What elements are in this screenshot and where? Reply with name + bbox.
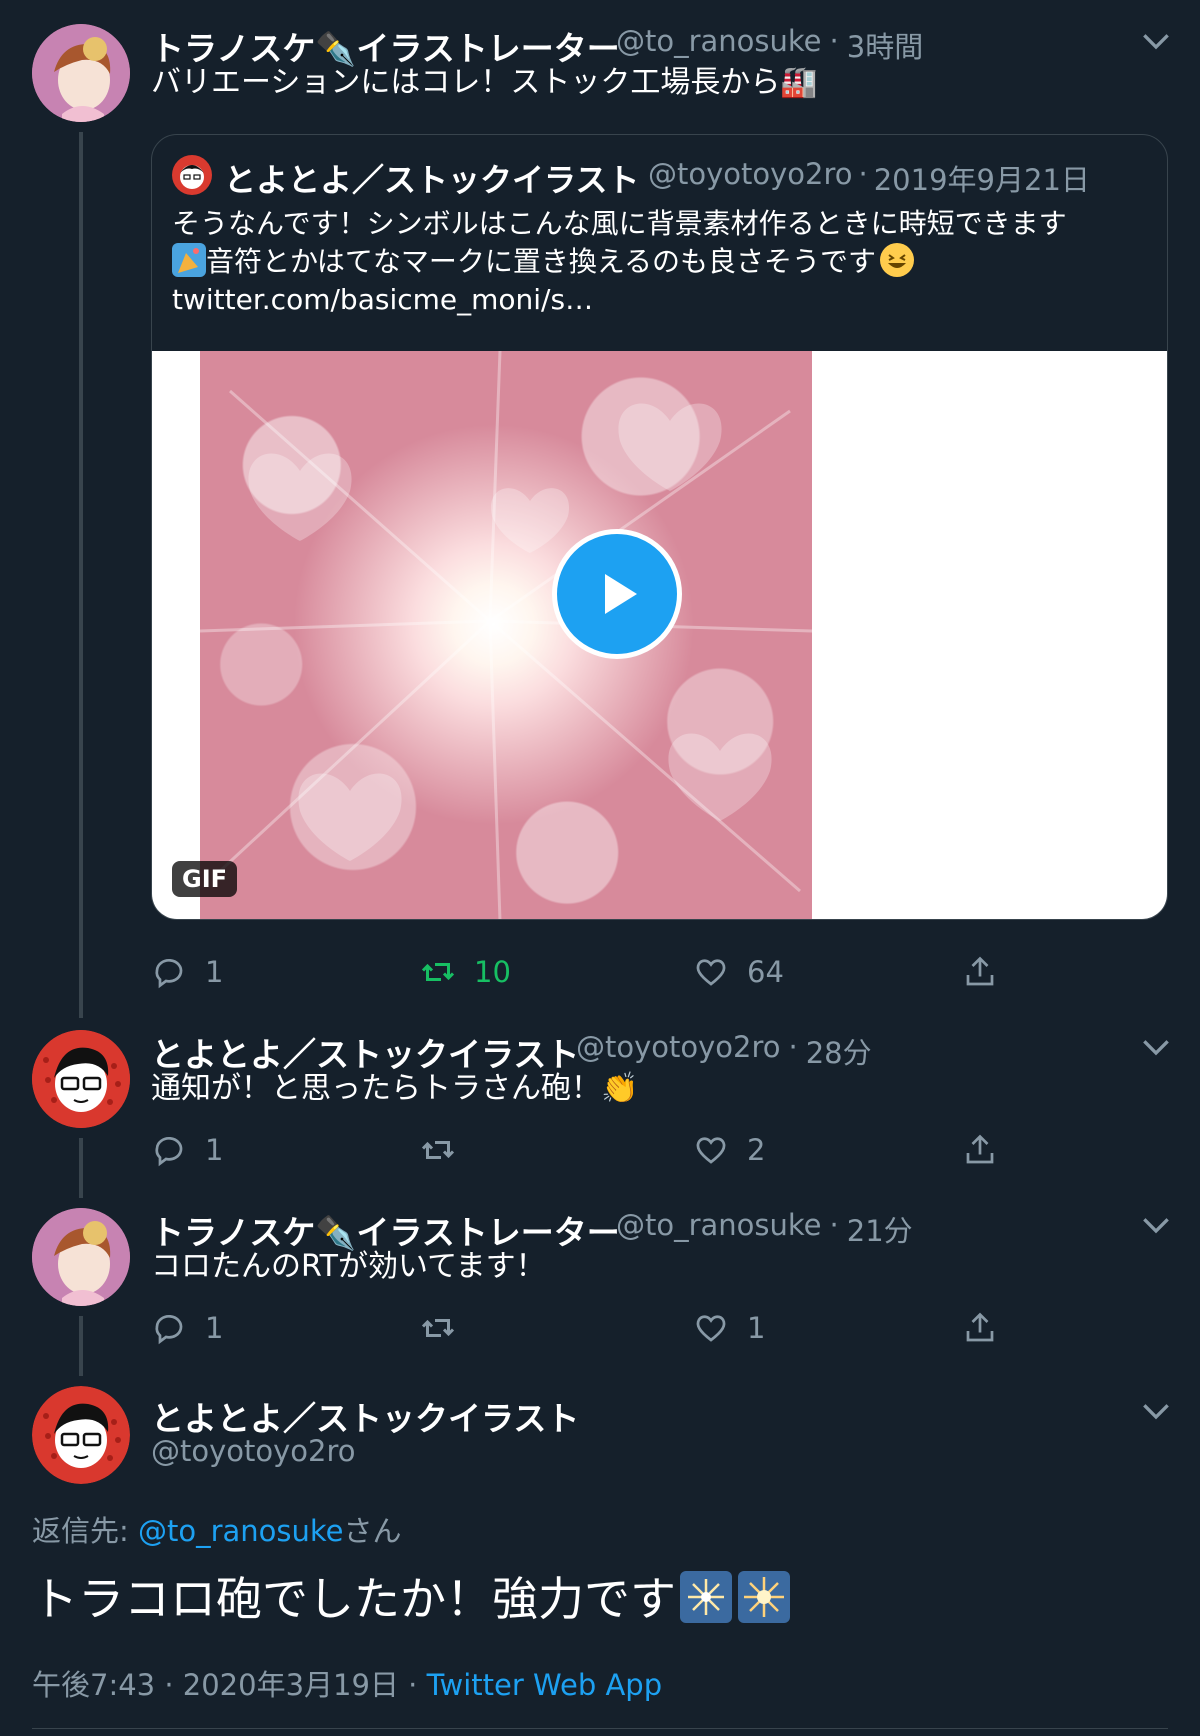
chevron-down-icon[interactable] <box>1136 1028 1176 1068</box>
reply-icon <box>155 1315 183 1345</box>
retweet-icon <box>421 963 455 981</box>
like-count: 2 <box>747 1133 766 1167</box>
reply-count: 1 <box>205 1311 224 1345</box>
share-button[interactable] <box>962 952 998 992</box>
tweet-source-link[interactable]: Twitter Web App <box>427 1668 663 1702</box>
avatar[interactable] <box>32 24 130 122</box>
tweet-time[interactable]: 28分 <box>806 1030 872 1072</box>
main-tweet-text-row: トラコロ砲でしたか！強力です <box>32 1570 790 1628</box>
quote-tweet-card[interactable]: とよとよ／ストックイラスト @toyotoyo2ro · 2019年9月21日 … <box>151 134 1168 920</box>
reply-button[interactable]: 1 <box>151 952 223 992</box>
replying-to-label: 返信先: <box>32 1514 138 1548</box>
retweet-button[interactable]: 10 <box>420 952 511 992</box>
author-handle[interactable]: @toyotoyo2ro <box>151 1434 356 1468</box>
heart-icon <box>696 1137 726 1164</box>
quote-link[interactable]: twitter.com/basicme_moni/s… <box>172 281 593 319</box>
tweet-text: 通知が！と思ったらトラさん砲！👏 <box>151 1071 639 1106</box>
like-button[interactable]: 64 <box>693 952 784 992</box>
fireworks-icon <box>738 1571 790 1623</box>
heart-icon <box>696 959 726 986</box>
quote-date: 2019年9月21日 <box>873 163 1090 197</box>
separator-dot: · <box>858 157 868 191</box>
share-icon <box>966 1312 994 1342</box>
thread-line <box>79 1138 83 1198</box>
quote-avatar <box>172 155 212 195</box>
sparkler-icon <box>680 1571 732 1623</box>
reply-button[interactable]: 1 <box>151 1308 223 1348</box>
party-popper-icon <box>172 243 206 277</box>
tweet-time[interactable]: 3時間 <box>847 24 923 66</box>
separator-dot: · <box>829 1208 839 1242</box>
tweet-text: コロたんのRTが効いてます！ <box>151 1249 546 1284</box>
chevron-down-icon[interactable] <box>1136 22 1176 62</box>
quote-text-line2-row: 音符とかはてなマークに置き換えるのも良さそうです <box>172 243 915 281</box>
tweet-text: バリエーションにはコレ！ストック工場長から🏭 <box>151 65 818 100</box>
author-handle[interactable]: @to_ranosuke <box>616 1208 822 1250</box>
separator-dot: · <box>788 1030 798 1064</box>
tweet-time[interactable]: 21分 <box>847 1208 913 1250</box>
replying-to-suffix: さん <box>343 1514 402 1548</box>
tweet-meta: @to_ranosuke · 21分 <box>616 1208 913 1250</box>
retweet-count: 10 <box>474 955 511 989</box>
tweet-timestamp[interactable]: 午後7:43 · 2020年3月19日 · <box>32 1668 427 1702</box>
share-button[interactable] <box>962 1308 998 1348</box>
quote-text-line2: 音符とかはてなマークに置き換えるのも良さそうです <box>206 245 877 278</box>
share-button[interactable] <box>962 1130 998 1170</box>
like-button[interactable]: 2 <box>693 1130 765 1170</box>
play-icon <box>605 574 637 614</box>
retweet-button[interactable] <box>420 1130 474 1170</box>
author-name[interactable]: とよとよ／ストックイラスト <box>151 1392 579 1440</box>
quote-author-name: とよとよ／ストックイラスト <box>224 161 640 199</box>
thread-line <box>79 132 83 1018</box>
author-name[interactable]: とよとよ／ストックイラスト <box>151 1028 579 1076</box>
like-count: 64 <box>747 955 784 989</box>
quote-author-handle: @toyotoyo2ro <box>648 157 853 191</box>
share-icon <box>966 1134 994 1164</box>
reply-count: 1 <box>205 1133 224 1167</box>
laughing-face-icon <box>880 243 915 277</box>
retweet-icon <box>421 1319 455 1337</box>
gif-badge: GIF <box>172 861 238 897</box>
author-name[interactable]: トラノスケ✒️イラストレーター <box>151 1206 620 1254</box>
separator-dot: · <box>829 24 839 58</box>
reply-button[interactable]: 1 <box>151 1130 223 1170</box>
tweet-meta: @toyotoyo2ro · 28分 <box>576 1030 872 1072</box>
main-tweet-text: トラコロ砲でしたか！強力です <box>32 1572 676 1626</box>
author-name[interactable]: トラノスケ✒️イラストレーター <box>151 22 620 70</box>
play-button[interactable] <box>552 529 682 659</box>
avatar[interactable] <box>32 1386 130 1484</box>
replying-to: 返信先: @to_ranosukeさん <box>32 1508 402 1550</box>
gif-thumbnail <box>200 351 812 919</box>
share-icon <box>966 956 994 986</box>
thread-line <box>79 1316 83 1376</box>
tweet-meta: @to_ranosuke · 3時間 <box>616 24 923 66</box>
reply-icon <box>155 959 183 989</box>
quote-meta: @toyotoyo2ro · 2019年9月21日 <box>648 157 1090 199</box>
author-handle[interactable]: @to_ranosuke <box>616 24 822 66</box>
avatar[interactable] <box>32 1208 130 1306</box>
tweet-timestamp-row: 午後7:43 · 2020年3月19日 · Twitter Web App <box>32 1662 662 1704</box>
avatar[interactable] <box>32 1030 130 1128</box>
retweet-button[interactable] <box>420 1308 474 1348</box>
author-handle[interactable]: @toyotoyo2ro <box>576 1030 781 1072</box>
retweet-icon <box>421 1141 455 1159</box>
reply-count: 1 <box>205 955 224 989</box>
replying-to-link[interactable]: @to_ranosuke <box>138 1514 344 1548</box>
like-button[interactable]: 1 <box>693 1308 765 1348</box>
chevron-down-icon[interactable] <box>1136 1392 1176 1432</box>
divider <box>32 1728 1168 1729</box>
heart-icon <box>696 1315 726 1342</box>
reply-icon <box>155 1137 183 1167</box>
chevron-down-icon[interactable] <box>1136 1206 1176 1246</box>
like-count: 1 <box>747 1311 766 1345</box>
quote-text-line1: そうなんです！シンボルはこんな風に背景素材作るときに時短できます <box>172 207 1067 240</box>
